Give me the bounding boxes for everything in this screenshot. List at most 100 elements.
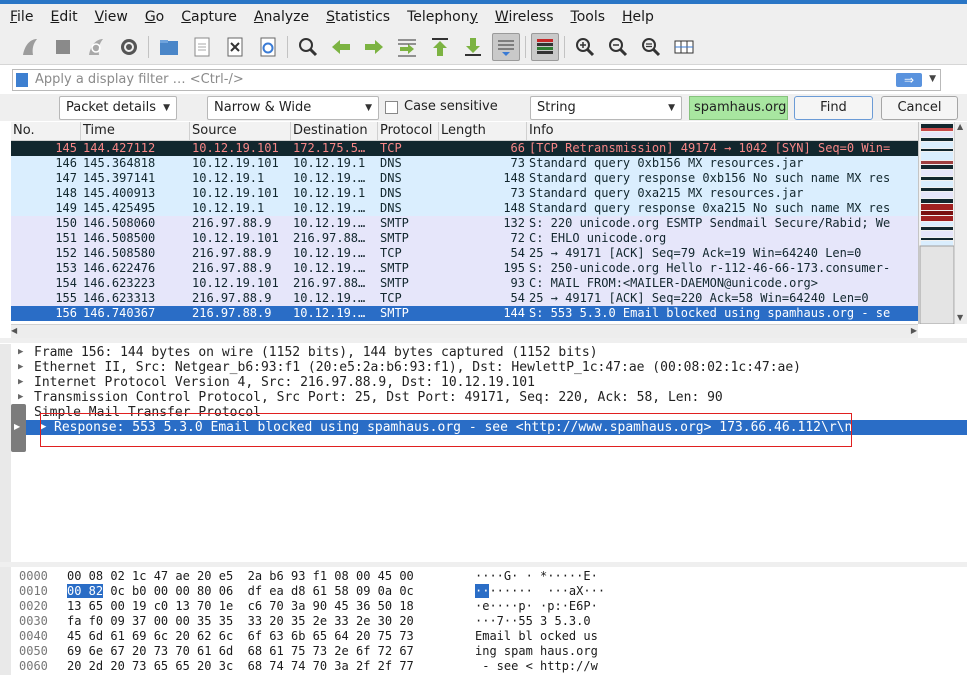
bytes-ascii-text: ·e····p· ·p:·E6P·: [475, 599, 598, 613]
bytes-hex-highlight[interactable]: 00 82: [67, 584, 104, 598]
char-width-select[interactable]: Narrow & Wide ▼: [207, 96, 379, 120]
search-type-select[interactable]: String ▼: [530, 96, 682, 120]
packet-row[interactable]: 148 145.400913 10.12.19.101 10.12.19.1 DNS 73…: [11, 186, 918, 201]
bytes-ascii[interactable]: ing spam haus.org: [475, 644, 598, 659]
bookmark-icon[interactable]: [16, 73, 28, 87]
file-icon[interactable]: [188, 33, 216, 61]
pane-splitter[interactable]: [0, 562, 967, 567]
scroll-right-icon[interactable]: ▶: [911, 326, 917, 335]
bytes-ascii-highlight[interactable]: ··: [475, 584, 490, 598]
detail-tree-item[interactable]: ▶ Transmission Control Protocol, Src Port…: [11, 390, 967, 405]
search-magnifier-icon[interactable]: [294, 33, 322, 61]
bytes-ascii[interactable]: ········ ···aX···: [475, 584, 605, 599]
packet-row[interactable]: 146 145.364818 10.12.19.101 10.12.19.1 DNS 73…: [11, 156, 918, 171]
expand-arrow-icon[interactable]: ▶: [18, 375, 23, 390]
related-packet-marker[interactable]: ▶: [11, 404, 26, 452]
back-arrow-icon[interactable]: [327, 33, 355, 61]
autoscroll-icon[interactable]: [492, 33, 520, 61]
detail-tree-item[interactable]: ▶ Frame 156: 144 bytes on wire (1152 bits…: [11, 345, 967, 360]
packet-row[interactable]: 147 145.397141 10.12.19.1 10.12.19.… DNS 148 S…: [11, 171, 918, 186]
packet-row[interactable]: 152 146.508580 216.97.88.9 10.12.19.… TCP 54 2…: [11, 246, 918, 261]
packet-cell-dst: 10.12.19.…: [293, 246, 366, 260]
first-packet-icon[interactable]: [426, 33, 454, 61]
scroll-up-icon[interactable]: ▲: [957, 122, 963, 131]
open-folder-icon[interactable]: [155, 33, 183, 61]
expand-arrow-icon[interactable]: ▶: [18, 360, 23, 375]
column-header-info[interactable]: Info: [527, 122, 918, 141]
packet-row[interactable]: 151 146.508500 10.12.19.101 216.97.88… SMTP 7…: [11, 231, 918, 246]
bytes-ascii[interactable]: ····G· · *·····E·: [475, 569, 598, 584]
shark-fin-restart-icon[interactable]: [82, 33, 110, 61]
bytes-ascii[interactable]: - see < http://w: [475, 659, 598, 674]
bytes-hex[interactable]: 45 6d 61 69 6c 20 62 6c 6f 63 6b 65 64 2…: [67, 629, 414, 644]
expand-arrow-icon[interactable]: ▶: [18, 390, 23, 405]
packet-list-scrollbar[interactable]: ▲ ▼: [954, 122, 967, 324]
bytes-hex[interactable]: 00 82 0c b0 00 00 80 06 df ea d8 61 58 0…: [67, 584, 414, 599]
menu-help[interactable]: Help: [622, 9, 654, 25]
bytes-ascii[interactable]: Email bl ocked us: [475, 629, 598, 644]
highlight-annotation-box: [40, 413, 852, 447]
bytes-hex[interactable]: 13 65 00 19 c0 13 70 1e c6 70 3a 90 45 3…: [67, 599, 414, 614]
column-header-protocol[interactable]: Protocol: [378, 122, 439, 141]
goto-packet-icon[interactable]: [393, 33, 421, 61]
column-header-source[interactable]: Source: [190, 122, 291, 141]
bytes-hex[interactable]: 00 08 02 1c 47 ae 20 e5 2a b6 93 f1 08 0…: [67, 569, 414, 584]
packet-row[interactable]: 156 146.740367 216.97.88.9 10.12.19.… SMTP 14…: [11, 306, 918, 321]
column-header-no[interactable]: No.: [11, 122, 81, 141]
find-button[interactable]: Find: [794, 96, 873, 120]
menu-wireless[interactable]: Wireless: [495, 9, 554, 25]
menu-view[interactable]: View: [95, 9, 128, 25]
packet-row[interactable]: 153 146.622476 216.97.88.9 10.12.19.… SMTP 19…: [11, 261, 918, 276]
menu-tools[interactable]: Tools: [571, 9, 606, 25]
menu-edit[interactable]: Edit: [50, 9, 77, 25]
column-header-length[interactable]: Length: [439, 122, 527, 141]
menu-file[interactable]: File: [10, 9, 33, 25]
menu-analyze[interactable]: Analyze: [254, 9, 309, 25]
packet-row[interactable]: 155 146.623313 216.97.88.9 10.12.19.… TCP 54 2…: [11, 291, 918, 306]
cancel-button[interactable]: Cancel: [881, 96, 958, 120]
zoom-in-icon[interactable]: [571, 33, 599, 61]
menu-go[interactable]: Go: [145, 9, 164, 25]
case-sensitive-checkbox[interactable]: [385, 101, 398, 114]
bytes-ascii[interactable]: ···7··55 3 5.3.0: [475, 614, 591, 629]
bytes-hex[interactable]: 20 2d 20 73 65 65 20 3c 68 74 74 70 3a 2…: [67, 659, 414, 674]
packet-list-hscrollbar[interactable]: ◀ ▶: [11, 324, 918, 338]
menu-telephony[interactable]: Telephony: [407, 9, 478, 25]
menu-statistics[interactable]: Statistics: [326, 9, 390, 25]
gear-options-icon[interactable]: [115, 33, 143, 61]
bytes-hex[interactable]: fa f0 09 37 00 00 35 35 33 20 35 2e 33 2…: [67, 614, 414, 629]
zoom-normal-icon[interactable]: [637, 33, 665, 61]
search-in-select[interactable]: Packet details ▼: [59, 96, 177, 120]
stop-square-icon[interactable]: [49, 33, 77, 61]
packet-row[interactable]: 154 146.623223 10.12.19.101 216.97.88… SMTP 9…: [11, 276, 918, 291]
packet-minimap[interactable]: [918, 122, 955, 325]
chevron-down-icon[interactable]: ▼: [929, 74, 936, 84]
find-string-input[interactable]: spamhaus.org: [689, 96, 788, 120]
resize-columns-icon[interactable]: [670, 33, 698, 61]
colorize-icon[interactable]: [531, 33, 559, 61]
pane-splitter[interactable]: [0, 338, 967, 343]
detail-tree-item[interactable]: ▶ Ethernet II, Src: Netgear_b6:93:f1 (20:…: [11, 360, 967, 375]
packet-list-header: No. Time Source Destination Protocol Len…: [11, 122, 918, 141]
packet-row[interactable]: 149 145.425495 10.12.19.1 10.12.19.… DNS 148 S…: [11, 201, 918, 216]
last-packet-icon[interactable]: [459, 33, 487, 61]
packet-cell-no: 149: [55, 201, 77, 215]
column-header-destination[interactable]: Destination: [291, 122, 378, 141]
bytes-ascii[interactable]: ·e····p· ·p:·E6P·: [475, 599, 598, 614]
display-filter-input[interactable]: Apply a display filter … <Ctrl-/> ⇒ ▼: [12, 69, 941, 91]
scroll-down-icon[interactable]: ▼: [957, 313, 963, 322]
packet-row[interactable]: 145 144.427112 10.12.19.101 172.175.5… TCP 66…: [11, 141, 918, 156]
expand-arrow-icon[interactable]: ▶: [18, 345, 23, 360]
reload-icon[interactable]: [254, 33, 282, 61]
menu-capture[interactable]: Capture: [181, 9, 237, 25]
apply-filter-icon[interactable]: ⇒: [896, 73, 922, 87]
column-header-time[interactable]: Time: [81, 122, 190, 141]
zoom-out-icon[interactable]: [604, 33, 632, 61]
forward-arrow-icon[interactable]: [360, 33, 388, 61]
shark-fin-start-icon[interactable]: [16, 33, 44, 61]
bytes-hex[interactable]: 69 6e 67 20 73 70 61 6d 68 61 75 73 2e 6…: [67, 644, 414, 659]
scroll-left-icon[interactable]: ◀: [11, 326, 17, 335]
packet-row[interactable]: 150 146.508060 216.97.88.9 10.12.19.… SMTP 13…: [11, 216, 918, 231]
detail-tree-item[interactable]: ▶ Internet Protocol Version 4, Src: 216.9…: [11, 375, 967, 390]
close-file-icon[interactable]: [221, 33, 249, 61]
